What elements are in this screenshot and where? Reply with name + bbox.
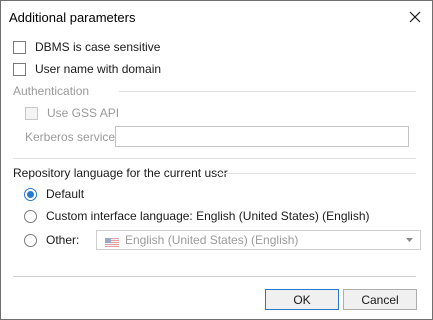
radio-custom-interface-language[interactable]: [24, 209, 37, 223]
title-bar: Additional parameters: [1, 1, 432, 33]
dbms-case-sensitive-option[interactable]: DBMS is case sensitive: [13, 40, 160, 54]
user-name-with-domain-option[interactable]: User name with domain: [13, 62, 161, 76]
radio-custom-label: Custom interface language: English (Unit…: [46, 209, 370, 223]
radio-default-label: Default: [46, 187, 85, 201]
use-gss-api-label: Use GSS API: [47, 106, 120, 120]
repository-language-group-divider: [215, 173, 416, 174]
language-select[interactable]: English (United States) (English): [96, 230, 421, 250]
kerberos-service-input[interactable]: [115, 126, 409, 147]
ok-button[interactable]: OK: [265, 289, 339, 310]
repository-language-group-title: Repository language for the current user: [13, 166, 228, 180]
dbms-case-sensitive-label: DBMS is case sensitive: [35, 40, 161, 54]
close-button[interactable]: [402, 4, 428, 30]
kerberos-service-label: Kerberos service:: [25, 130, 119, 144]
user-name-with-domain-label: User name with domain: [35, 62, 162, 76]
authentication-group-bottom-line: [13, 158, 416, 159]
use-gss-api-option[interactable]: Use GSS API: [25, 106, 119, 120]
footer-divider: [13, 276, 416, 277]
close-icon: [409, 11, 421, 23]
dbms-case-sensitive-checkbox[interactable]: [13, 40, 26, 54]
radio-other[interactable]: [24, 233, 37, 247]
chevron-down-icon: [406, 238, 413, 242]
radio-default-option[interactable]: Default: [24, 187, 84, 201]
additional-parameters-dialog: Additional parameters DBMS is case sensi…: [0, 0, 433, 320]
authentication-group-divider: [119, 91, 416, 92]
radio-other-option[interactable]: Other:: [24, 233, 79, 247]
authentication-group-title: Authentication: [13, 84, 90, 98]
language-select-value: English (United States) (English): [125, 233, 299, 247]
radio-custom-option[interactable]: Custom interface language: English (Unit…: [24, 209, 370, 223]
use-gss-api-checkbox[interactable]: [25, 106, 38, 120]
radio-default[interactable]: [24, 187, 37, 201]
dialog-title: Additional parameters: [9, 10, 136, 25]
radio-other-label: Other:: [46, 233, 80, 247]
us-flag-icon: [105, 236, 119, 247]
user-name-with-domain-checkbox[interactable]: [13, 62, 26, 76]
cancel-button[interactable]: Cancel: [343, 289, 417, 310]
